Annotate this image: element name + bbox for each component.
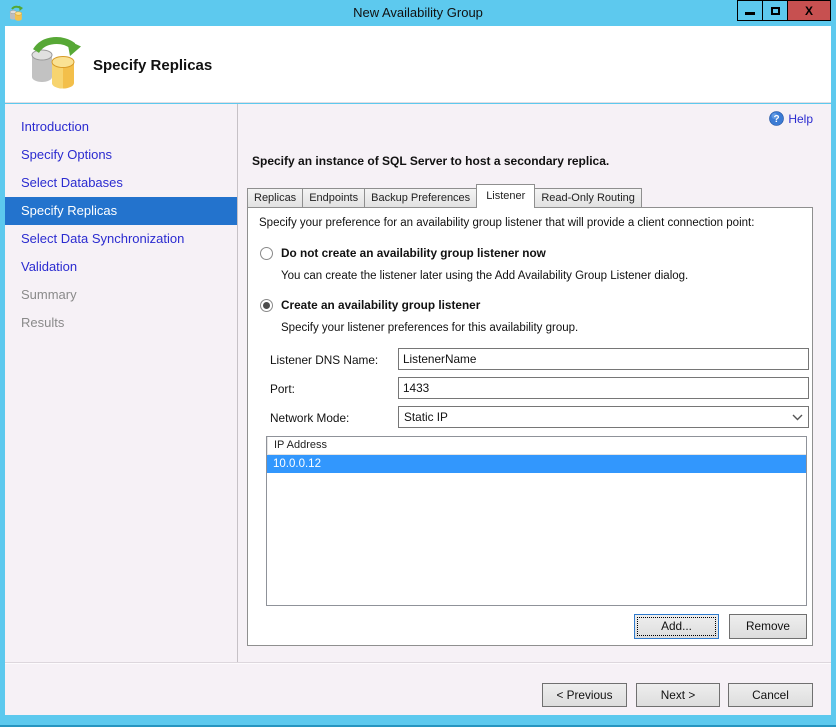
- tab-strip: Replicas Endpoints Backup Preferences Li…: [247, 184, 642, 208]
- maximize-icon: [770, 6, 780, 15]
- dns-name-label: Listener DNS Name:: [270, 353, 379, 367]
- tab-replicas[interactable]: Replicas: [247, 188, 304, 208]
- tab-endpoints[interactable]: Endpoints: [302, 188, 366, 208]
- radio-no-listener[interactable]: [260, 247, 273, 260]
- sidebar-item-specify-replicas[interactable]: Specify Replicas: [5, 197, 237, 225]
- page-instruction: Specify an instance of SQL Server to hos…: [252, 154, 610, 168]
- network-mode-label: Network Mode:: [270, 411, 350, 425]
- help-label: Help: [788, 111, 813, 126]
- ip-address-column-header: IP Address: [267, 437, 806, 455]
- remove-button[interactable]: Remove: [729, 614, 807, 639]
- port-input[interactable]: [398, 377, 809, 399]
- listener-tab-panel: Specify your preference for an availabil…: [247, 207, 813, 646]
- sidebar-item-validation[interactable]: Validation: [5, 253, 237, 281]
- wizard-main-panel: ? Help Specify an instance of SQL Server…: [239, 104, 831, 662]
- radio-create-listener[interactable]: [260, 299, 273, 312]
- next-button[interactable]: Next >: [636, 683, 720, 707]
- help-icon: ?: [769, 111, 785, 126]
- database-sync-icon: [31, 37, 81, 89]
- sidebar-item-select-databases[interactable]: Select Databases: [5, 169, 237, 197]
- radio-create-listener-label[interactable]: Create an availability group listener: [281, 298, 480, 312]
- title-bar[interactable]: New Availability Group X: [0, 0, 836, 26]
- network-mode-dropdown[interactable]: Static IP: [398, 406, 809, 428]
- wizard-steps-sidebar: Introduction Specify Options Select Data…: [5, 104, 238, 662]
- add-button[interactable]: Add...: [634, 614, 719, 639]
- minimize-button[interactable]: [737, 0, 763, 21]
- chevron-down-icon: [792, 414, 803, 420]
- port-label: Port:: [270, 382, 295, 396]
- previous-button[interactable]: < Previous: [542, 683, 627, 707]
- page-title: Specify Replicas: [93, 57, 213, 74]
- cancel-button[interactable]: Cancel: [728, 683, 813, 707]
- close-button[interactable]: X: [787, 0, 831, 21]
- radio-no-listener-description: You can create the listener later using …: [281, 270, 689, 282]
- radio-create-listener-description: Specify your listener preferences for th…: [281, 322, 579, 334]
- dns-name-input[interactable]: [398, 348, 809, 370]
- steps-list: Introduction Specify Options Select Data…: [5, 104, 237, 337]
- ip-address-row[interactable]: 10.0.0.12: [267, 455, 806, 473]
- svg-text:?: ?: [774, 114, 780, 125]
- wizard-footer: < Previous Next > Cancel: [5, 662, 831, 715]
- sidebar-item-results: Results: [21, 315, 65, 330]
- new-availability-group-window: New Availability Group X Specify Replica…: [0, 0, 836, 727]
- sidebar-item-specify-options[interactable]: Specify Options: [5, 141, 237, 169]
- sidebar-item-select-data-synchronization[interactable]: Select Data Synchronization: [5, 225, 237, 253]
- help-link[interactable]: ? Help: [769, 111, 813, 126]
- minimize-icon: [745, 12, 755, 15]
- window-title: New Availability Group: [353, 5, 483, 20]
- sidebar-item-summary: Summary: [21, 287, 77, 302]
- close-icon: X: [804, 3, 813, 18]
- listener-intro-text: Specify your preference for an availabil…: [259, 217, 755, 229]
- maximize-button[interactable]: [762, 0, 788, 21]
- sidebar-item-introduction[interactable]: Introduction: [5, 113, 237, 141]
- wizard-body: Introduction Specify Options Select Data…: [5, 104, 831, 662]
- tab-listener[interactable]: Listener: [476, 184, 536, 208]
- wizard-header: Specify Replicas: [5, 26, 831, 103]
- network-mode-value: Static IP: [404, 410, 448, 424]
- tab-backup-preferences[interactable]: Backup Preferences: [364, 188, 478, 208]
- ip-address-list[interactable]: IP Address 10.0.0.12: [266, 436, 807, 606]
- radio-no-listener-label[interactable]: Do not create an availability group list…: [281, 246, 546, 260]
- window-controls: X: [737, 0, 831, 21]
- tab-read-only-routing[interactable]: Read-Only Routing: [534, 188, 642, 208]
